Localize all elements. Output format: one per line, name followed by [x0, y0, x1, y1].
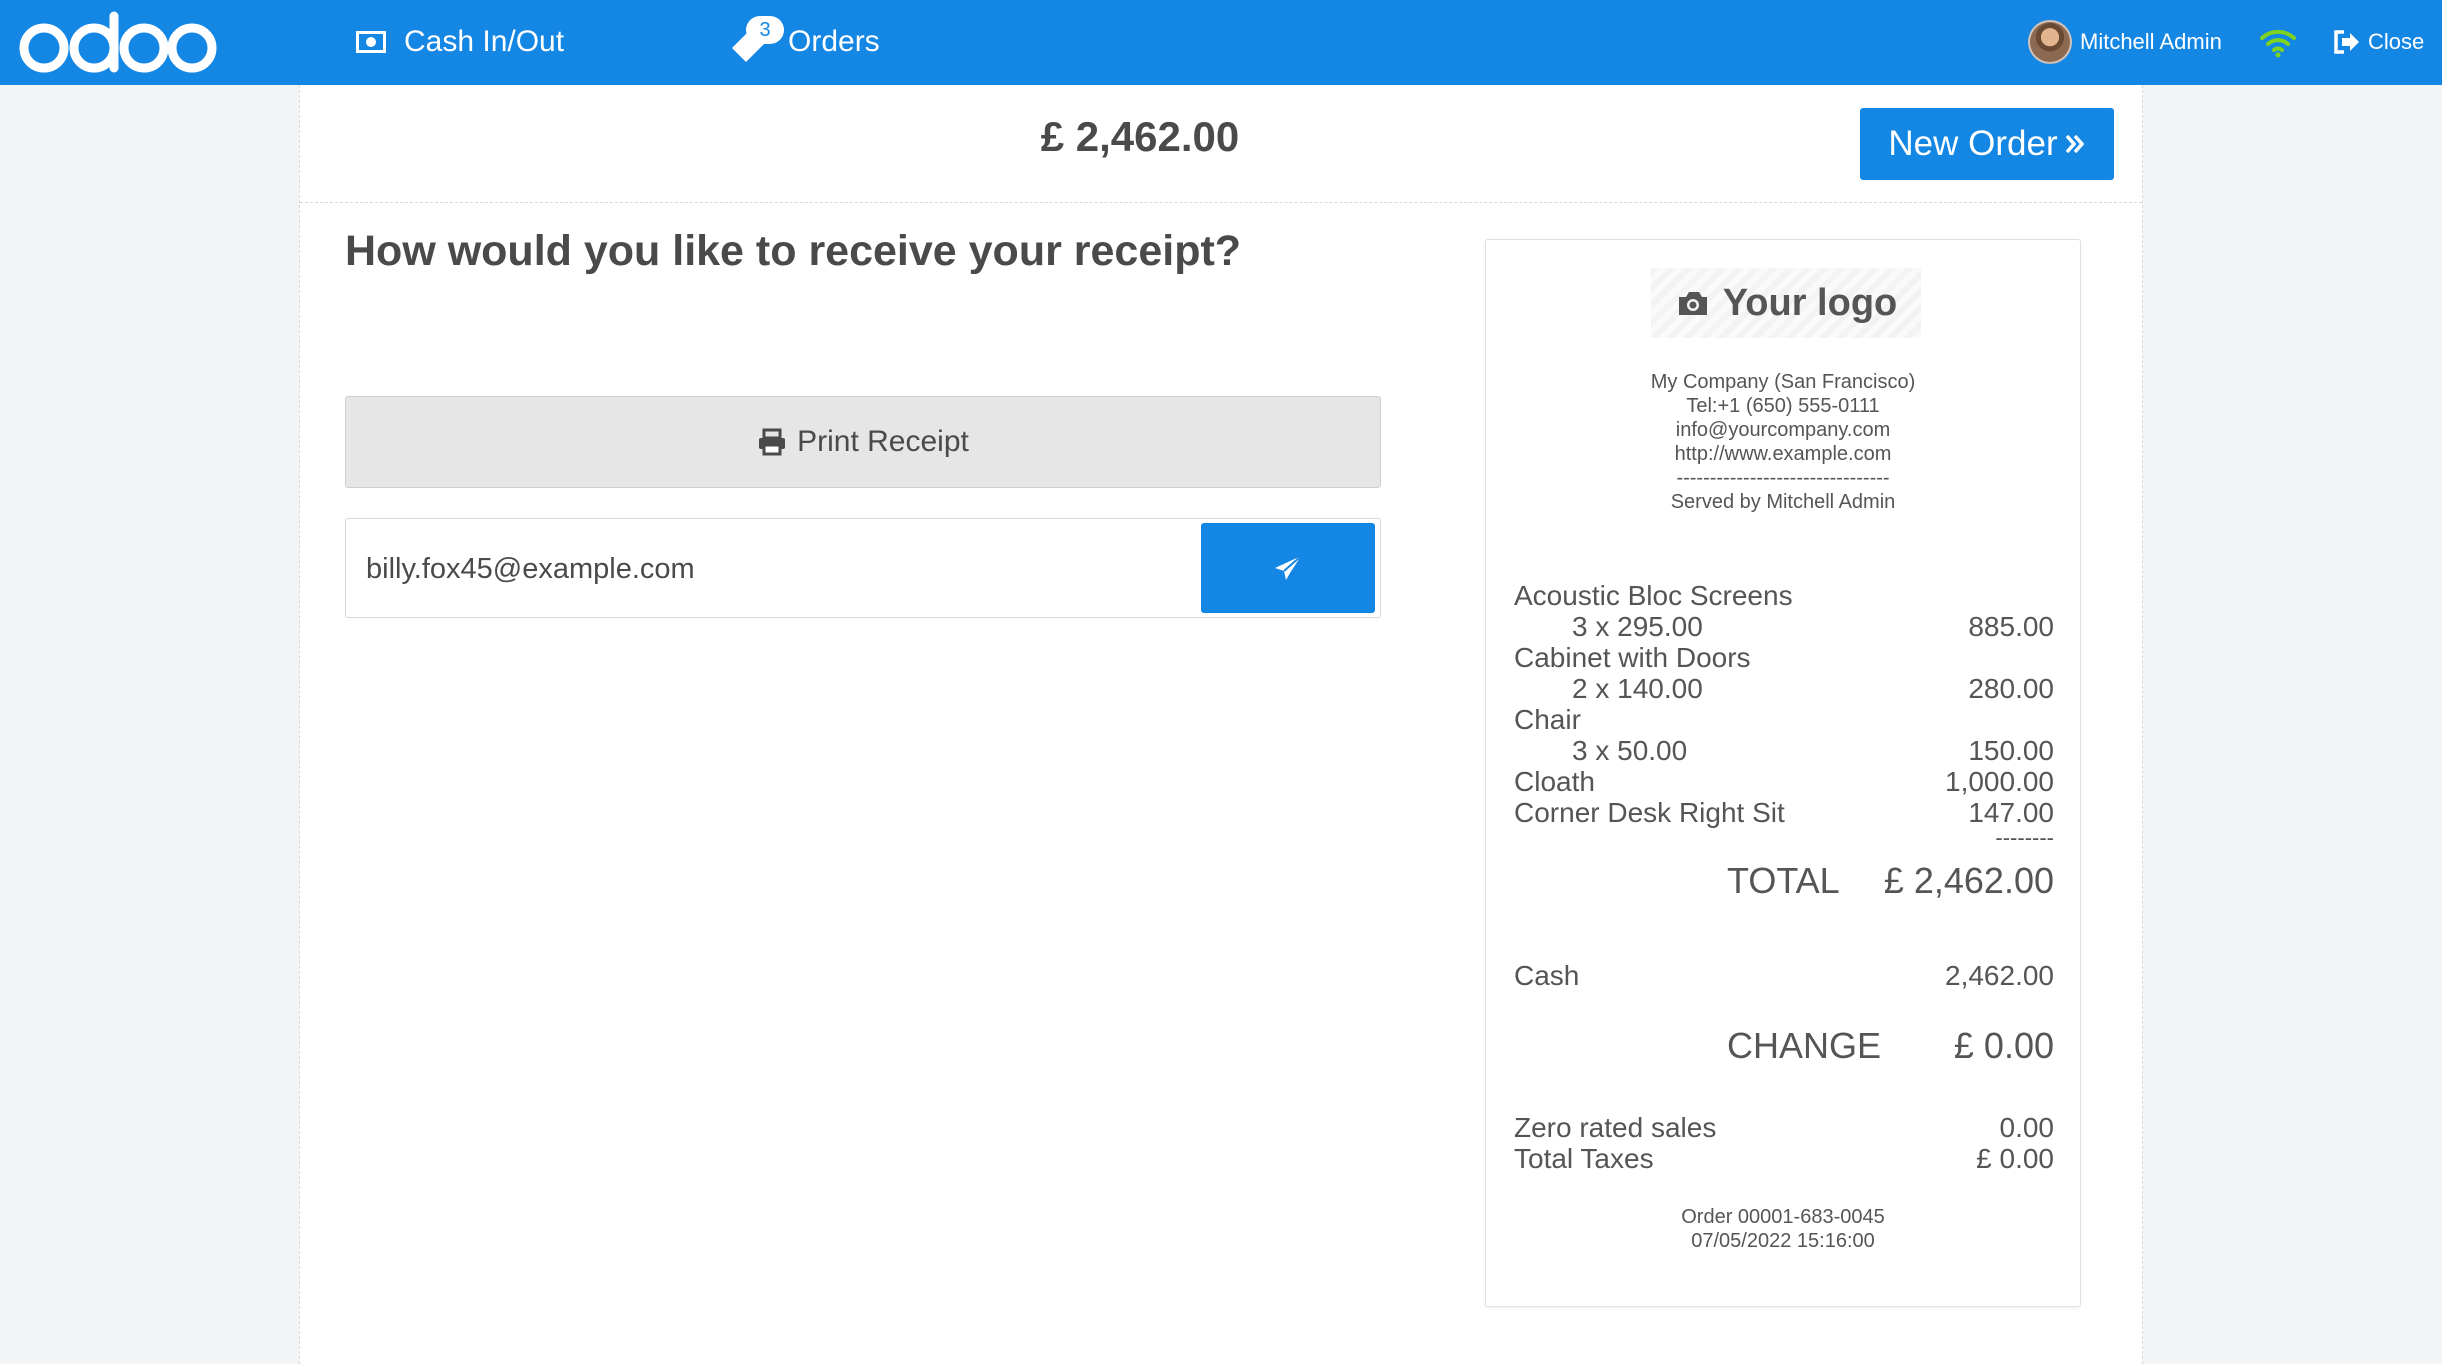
close-label: Close — [2368, 29, 2425, 54]
screen-header: £ 2,462.00 New Order — [300, 85, 2142, 203]
dashes: -------- — [1995, 825, 2054, 850]
order-reference: Order 00001-683-0045 — [1681, 1206, 1885, 1228]
order-date: 07/05/2022 15:16:00 — [1691, 1230, 1875, 1252]
receipt-line-detail: 3 x 50.00 150.00 — [1514, 735, 2054, 767]
served-by: Served by Mitchell Admin — [1670, 491, 1896, 513]
orders-label: Orders — [788, 25, 880, 58]
receipt-change: CHANGE £ 0.00 — [1514, 1025, 2054, 1069]
receipt-logo-text: Your logo — [1722, 281, 1898, 324]
line-amount: 150.00 — [1968, 735, 2054, 766]
company-website: http://www.example.com — [1674, 443, 1892, 465]
double-chevron-right-icon — [2064, 132, 2086, 156]
receipt-line: Corner Desk Right Sit 147.00 — [1514, 797, 2054, 829]
line-product-name: Acoustic Bloc Screens — [1514, 580, 1793, 611]
receipt-line-detail: 2 x 140.00 280.00 — [1514, 673, 2054, 705]
receipt-preview: Your logo My Company (San Francisco) Tel… — [1485, 239, 2081, 1307]
order-total-amount: £ 2,462.00 — [1040, 113, 1240, 160]
receipt-footer: Order 00001-683-0045 07/05/2022 15:16:00 — [1486, 1205, 2080, 1253]
total-taxes-line: Total Taxes £ 0.00 — [1514, 1143, 2054, 1175]
new-order-label: New Order — [1888, 124, 2058, 163]
header-separator: -------------------------------- — [1676, 467, 1890, 489]
receipt-line-name: Acoustic Bloc Screens — [1514, 580, 2054, 612]
top-navbar: Cash In/Out 3 Orders Mitchell Admin Clos… — [0, 0, 2442, 85]
email-input[interactable] — [366, 545, 1186, 593]
orders-button[interactable]: 3 Orders — [728, 16, 880, 64]
user-name: Mitchell Admin — [2080, 29, 2222, 54]
email-receipt-form — [345, 518, 1381, 618]
cash-in-out-button[interactable]: Cash In/Out — [356, 20, 564, 64]
company-tel: Tel:+1 (650) 555-0111 — [1686, 395, 1880, 417]
change-value: £ 0.00 — [1953, 1025, 2054, 1066]
print-receipt-label: Print Receipt — [797, 425, 969, 458]
cash-in-out-label: Cash In/Out — [404, 25, 565, 58]
new-order-button[interactable]: New Order — [1860, 108, 2114, 180]
change-label: CHANGE — [1727, 1025, 1882, 1066]
payment-line: Cash 2,462.00 — [1514, 960, 2054, 992]
printer-icon — [757, 428, 787, 456]
receipt-question-heading: How would you like to receive your recei… — [345, 227, 1242, 275]
total-label: TOTAL — [1727, 860, 1840, 901]
wifi-icon — [2258, 26, 2298, 58]
user-menu[interactable]: Mitchell Admin — [2028, 20, 2222, 64]
money-icon — [356, 31, 386, 53]
avatar — [2028, 20, 2072, 64]
line-amount: 280.00 — [1968, 673, 2054, 704]
receipt-logo-placeholder: Your logo — [1651, 268, 1921, 338]
total-taxes-value: £ 0.00 — [1976, 1143, 2054, 1174]
receipt-line-name: Cabinet with Doors — [1514, 642, 2054, 674]
zero-rated-label: Zero rated sales — [1514, 1112, 1717, 1143]
line-qty-price: 2 x 140.00 — [1572, 673, 1703, 704]
print-receipt-button[interactable]: Print Receipt — [345, 396, 1381, 488]
line-qty-price: 3 x 50.00 — [1572, 735, 1688, 766]
odoo-logo — [16, 10, 220, 74]
receipt-line: Cloath 1,000.00 — [1514, 766, 2054, 798]
company-name: My Company (San Francisco) — [1650, 371, 1916, 393]
sign-out-icon — [2332, 29, 2360, 55]
line-product-name: Chair — [1514, 704, 1581, 735]
total-separator: -------- — [1514, 826, 2054, 850]
orders-count-badge: 3 — [746, 16, 784, 44]
receipt-line-detail: 3 x 295.00 885.00 — [1514, 611, 2054, 643]
line-qty-price: 3 x 295.00 — [1572, 611, 1703, 642]
zero-rated-value: 0.00 — [1999, 1112, 2055, 1143]
line-product-name: Cloath — [1514, 766, 1595, 797]
line-amount: 1,000.00 — [1945, 766, 2054, 797]
receipt-screen: £ 2,462.00 New Order How would you like … — [299, 85, 2143, 1364]
send-email-button[interactable] — [1201, 523, 1375, 613]
total-value: £ 2,462.00 — [1883, 860, 2054, 901]
line-product-name: Corner Desk Right Sit — [1514, 797, 1785, 828]
company-email: info@yourcompany.com — [1675, 419, 1891, 441]
payment-amount: 2,462.00 — [1945, 960, 2054, 991]
paper-plane-icon — [1273, 554, 1303, 582]
receipt-company-info: My Company (San Francisco) Tel:+1 (650) … — [1486, 370, 2080, 514]
payment-method: Cash — [1514, 960, 1580, 991]
total-taxes-label: Total Taxes — [1514, 1143, 1654, 1174]
tag-icon: 3 — [728, 16, 788, 64]
line-product-name: Cabinet with Doors — [1514, 642, 1751, 673]
receipt-line-name: Chair — [1514, 704, 2054, 736]
receipt-total: TOTAL £ 2,462.00 — [1514, 860, 2054, 904]
line-amount: 885.00 — [1968, 611, 2054, 642]
tax-line: Zero rated sales 0.00 — [1514, 1112, 2054, 1144]
close-button[interactable]: Close — [2332, 20, 2424, 64]
camera-icon — [1675, 288, 1711, 318]
